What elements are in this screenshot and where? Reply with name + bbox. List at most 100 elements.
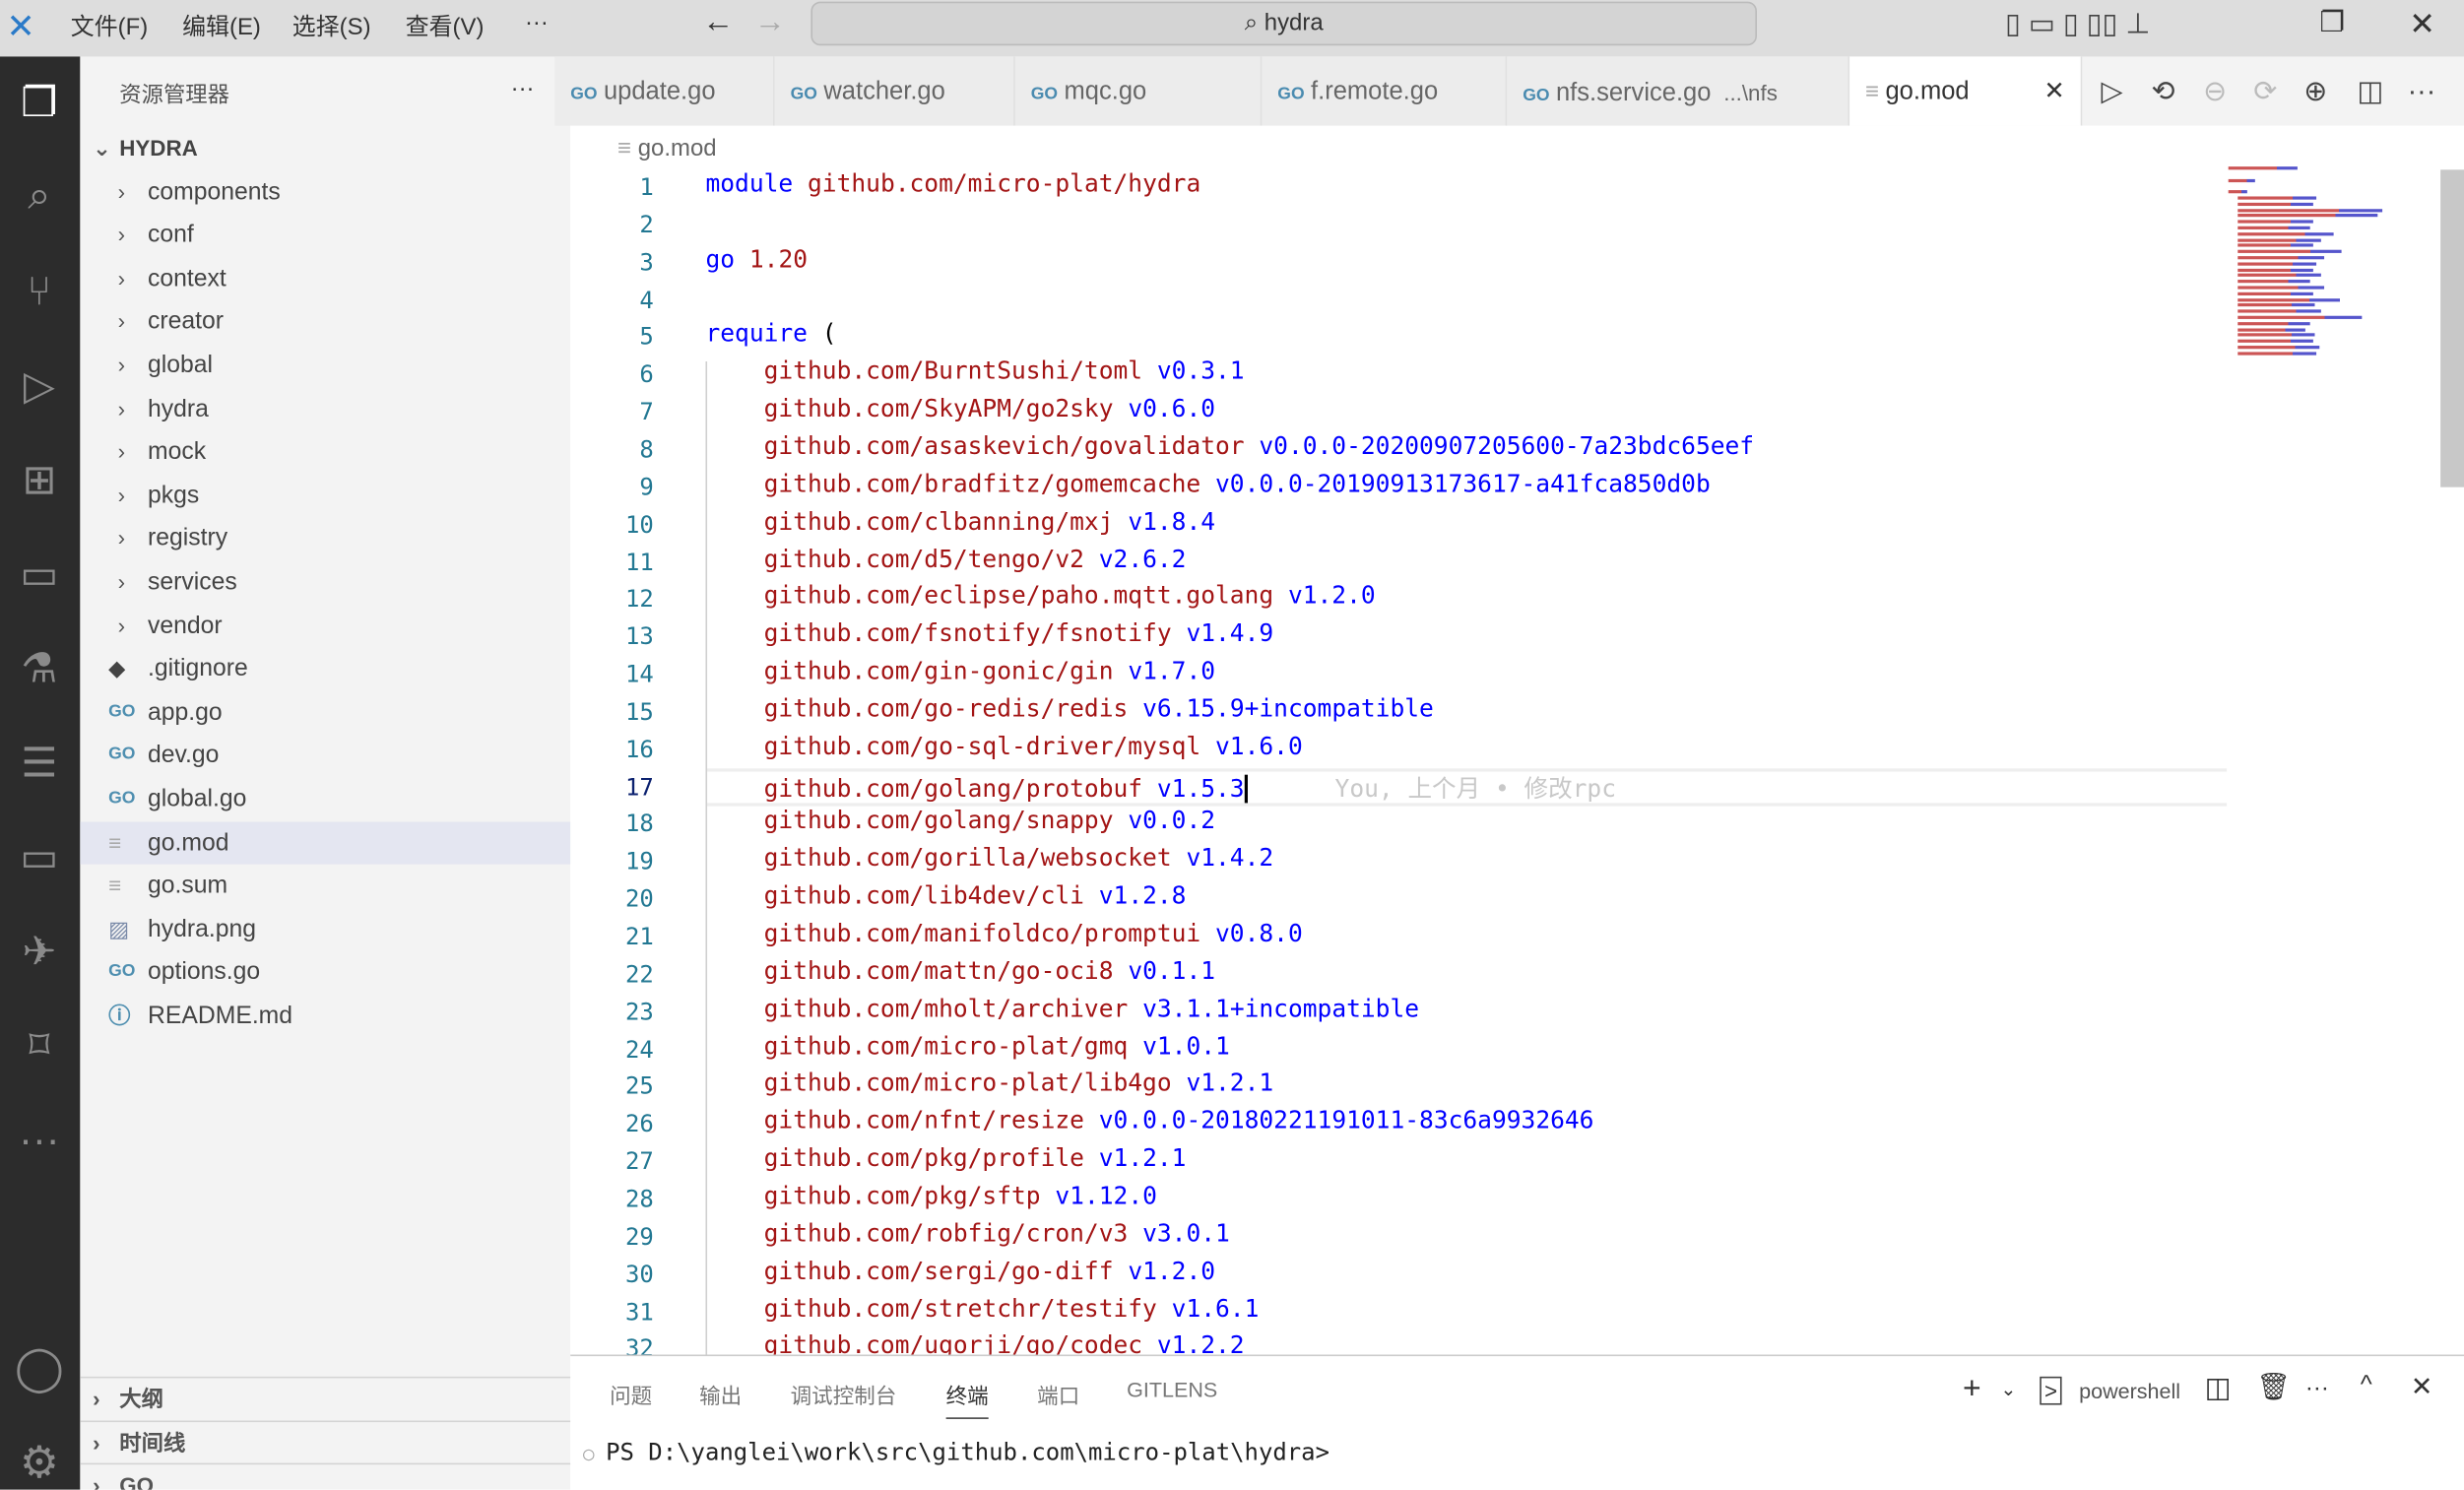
- terminal-shell-name[interactable]: powershell: [2079, 1380, 2180, 1403]
- tab-update-go[interactable]: GO update.go: [554, 56, 775, 126]
- account-icon[interactable]: ◯: [10, 1337, 70, 1397]
- code-line[interactable]: github.com/bradfitz/gomemcache v0.0.0-20…: [705, 470, 1711, 498]
- code-line[interactable]: github.com/mholt/archiver v3.1.1+incompa…: [705, 995, 1419, 1023]
- menu-selection[interactable]: 选择(S): [292, 10, 371, 43]
- split-editor-icon[interactable]: ◫: [2358, 76, 2384, 109]
- chevron-down-icon[interactable]: ⌄: [2000, 1378, 2016, 1399]
- extensions-icon[interactable]: ⊞: [10, 449, 70, 509]
- code-line[interactable]: github.com/SkyAPM/go2sky v0.6.0: [705, 395, 1215, 423]
- code-line[interactable]: github.com/asaskevich/govalidator v0.0.0…: [705, 432, 1754, 461]
- panel-tab[interactable]: 端口: [1037, 1378, 1079, 1409]
- run-debug-icon[interactable]: ▷: [10, 356, 70, 416]
- testing-icon[interactable]: ⚗: [10, 638, 70, 698]
- tree-item[interactable]: › creator: [80, 300, 570, 343]
- code-line[interactable]: github.com/BurntSushi/toml v0.3.1: [705, 357, 1245, 386]
- tree-item[interactable]: ⓘ README.md: [80, 995, 570, 1037]
- split-terminal-icon[interactable]: ◫: [2205, 1372, 2232, 1405]
- tree-item[interactable]: › components: [80, 170, 570, 213]
- arrow-right-icon[interactable]: →: [754, 5, 786, 41]
- editor-more-icon[interactable]: ···: [2408, 76, 2436, 109]
- panel-tab[interactable]: 输出: [699, 1378, 742, 1409]
- code-editor[interactable]: ≡ go.mod 1 module github.com/micro-plat/h…: [570, 125, 2464, 1355]
- code-line[interactable]: github.com/go-redis/redis v6.15.9+incomp…: [705, 694, 1434, 723]
- code-line[interactable]: github.com/robfig/cron/v3 v3.0.1: [705, 1219, 1230, 1248]
- sidebar-section[interactable]: › 时间线: [80, 1419, 571, 1462]
- tree-item[interactable]: ▨ hydra.png: [80, 908, 570, 950]
- tree-item[interactable]: › services: [80, 560, 570, 603]
- panel-tab[interactable]: 调试控制台: [791, 1378, 897, 1409]
- close-tab-icon[interactable]: ✕: [2043, 56, 2064, 128]
- tree-item[interactable]: GO dev.go: [80, 735, 570, 777]
- tree-item[interactable]: › global: [80, 344, 570, 386]
- more-icon[interactable]: ···: [10, 1110, 70, 1170]
- layout-controls-icon[interactable]: ▯ ▭ ▯ ▯▯ ⊥: [2005, 8, 2150, 41]
- terminal-output[interactable]: ○ PS D:\yanglei\work\src\github.com\micr…: [583, 1438, 1329, 1466]
- explorer-more-button[interactable]: ···: [511, 76, 535, 102]
- tree-item[interactable]: › registry: [80, 517, 570, 559]
- code-line[interactable]: github.com/go-sql-driver/mysql v1.6.0: [705, 732, 1303, 760]
- code-line[interactable]: github.com/sergi/go-diff v1.2.0: [705, 1257, 1215, 1285]
- code-line[interactable]: require (: [705, 320, 836, 349]
- code-line[interactable]: github.com/clbanning/mxj v1.8.4: [705, 507, 1215, 536]
- tree-item[interactable]: › context: [80, 257, 570, 299]
- go-back-change-icon[interactable]: ⟲: [2152, 76, 2175, 109]
- tree-item[interactable]: GO app.go: [80, 691, 570, 734]
- code-line[interactable]: go 1.20: [705, 244, 808, 273]
- sidebar-section[interactable]: › GO: [80, 1462, 571, 1490]
- code-line[interactable]: github.com/d5/tengo/v2 v2.6.2: [705, 545, 1187, 573]
- new-terminal-icon[interactable]: +: [1963, 1372, 1981, 1408]
- close-window-icon[interactable]: ✕: [2409, 5, 2435, 44]
- menu-file[interactable]: 文件(F): [71, 10, 148, 43]
- run-icon[interactable]: ▷: [2101, 76, 2122, 109]
- gear-icon[interactable]: ⚙: [10, 1432, 70, 1490]
- search-icon[interactable]: ⌕: [10, 166, 70, 227]
- remote-explorer-icon[interactable]: ▭: [10, 544, 70, 604]
- restore-icon[interactable]: ❐: [2319, 6, 2345, 39]
- previous-change-icon[interactable]: ⊖: [2203, 76, 2227, 109]
- close-panel-icon[interactable]: ✕: [2411, 1372, 2433, 1403]
- code-line[interactable]: github.com/eclipse/paho.mqtt.golang v1.2…: [705, 582, 1376, 611]
- code-line[interactable]: github.com/lib4dev/cli v1.2.8: [705, 881, 1187, 910]
- menu-more[interactable]: ···: [525, 10, 549, 36]
- code-line[interactable]: github.com/micro-plat/lib4go v1.2.1: [705, 1069, 1274, 1098]
- sidebar-section[interactable]: › 大纲: [80, 1376, 571, 1419]
- tab-f-remote-go[interactable]: GO f.remote.go: [1262, 56, 1508, 126]
- code-line[interactable]: github.com/pkg/profile v1.2.1: [705, 1144, 1187, 1173]
- tree-item[interactable]: ≡ go.sum: [80, 865, 570, 907]
- code-line[interactable]: github.com/micro-plat/gmq v1.0.1: [705, 1032, 1230, 1061]
- tree-item[interactable]: › vendor: [80, 605, 570, 647]
- vertical-scrollbar-thumb[interactable]: [2440, 169, 2464, 487]
- code-line[interactable]: github.com/mattn/go-oci8 v0.1.1: [705, 957, 1215, 986]
- code-line[interactable]: github.com/golang/protobuf v1.5.3 You, 上…: [705, 769, 1616, 804]
- files-icon[interactable]: ❐: [10, 72, 70, 132]
- code-line[interactable]: github.com/pkg/sftp v1.12.0: [705, 1182, 1157, 1210]
- panel-tab[interactable]: 问题: [610, 1378, 652, 1409]
- trash-icon[interactable]: 🗑: [2256, 1372, 2290, 1403]
- source-control-icon[interactable]: ⑂: [10, 261, 70, 321]
- tree-item[interactable]: GO global.go: [80, 778, 570, 820]
- git-graph-icon[interactable]: ⊕: [2303, 76, 2327, 109]
- panel-tab[interactable]: 终端: [945, 1378, 989, 1419]
- code-line[interactable]: github.com/ugorji/go/codec v1.2.2: [705, 1331, 1245, 1354]
- arrow-left-icon[interactable]: ←: [702, 5, 734, 41]
- tree-item[interactable]: ≡ go.mod: [80, 820, 571, 864]
- minimap[interactable]: [2228, 166, 2436, 528]
- panel-more-icon[interactable]: ···: [2305, 1375, 2329, 1401]
- next-change-icon[interactable]: ⟳: [2253, 76, 2277, 109]
- tab-nfs-service-go[interactable]: GO nfs.service.go ...\nfs: [1507, 56, 1850, 126]
- command-center-search[interactable]: ⌕ hydra: [811, 1, 1757, 46]
- tree-item[interactable]: ◆ .gitignore: [80, 648, 570, 690]
- code-line[interactable]: module github.com/micro-plat/hydra: [705, 169, 1200, 198]
- code-line[interactable]: github.com/manifoldco/promptui v0.8.0: [705, 919, 1303, 947]
- tree-item[interactable]: › conf: [80, 214, 570, 256]
- comments-icon[interactable]: ▭: [10, 826, 70, 886]
- tab-mqc-go[interactable]: GO mqc.go: [1014, 56, 1263, 126]
- maximize-panel-icon[interactable]: ^: [2361, 1372, 2372, 1400]
- tab-go-mod[interactable]: ≡ go.mod ✕: [1849, 56, 2083, 128]
- code-line[interactable]: github.com/golang/snappy v0.0.2: [705, 807, 1215, 835]
- code-line[interactable]: github.com/nfnt/resize v0.0.0-2018022119…: [705, 1107, 1594, 1135]
- code-line[interactable]: github.com/gorilla/websocket v1.4.2: [705, 844, 1274, 873]
- tree-item[interactable]: GO options.go: [80, 951, 570, 994]
- tree-item[interactable]: › mock: [80, 430, 570, 473]
- folder-root-hydra[interactable]: ⌄ HYDRA: [80, 127, 570, 169]
